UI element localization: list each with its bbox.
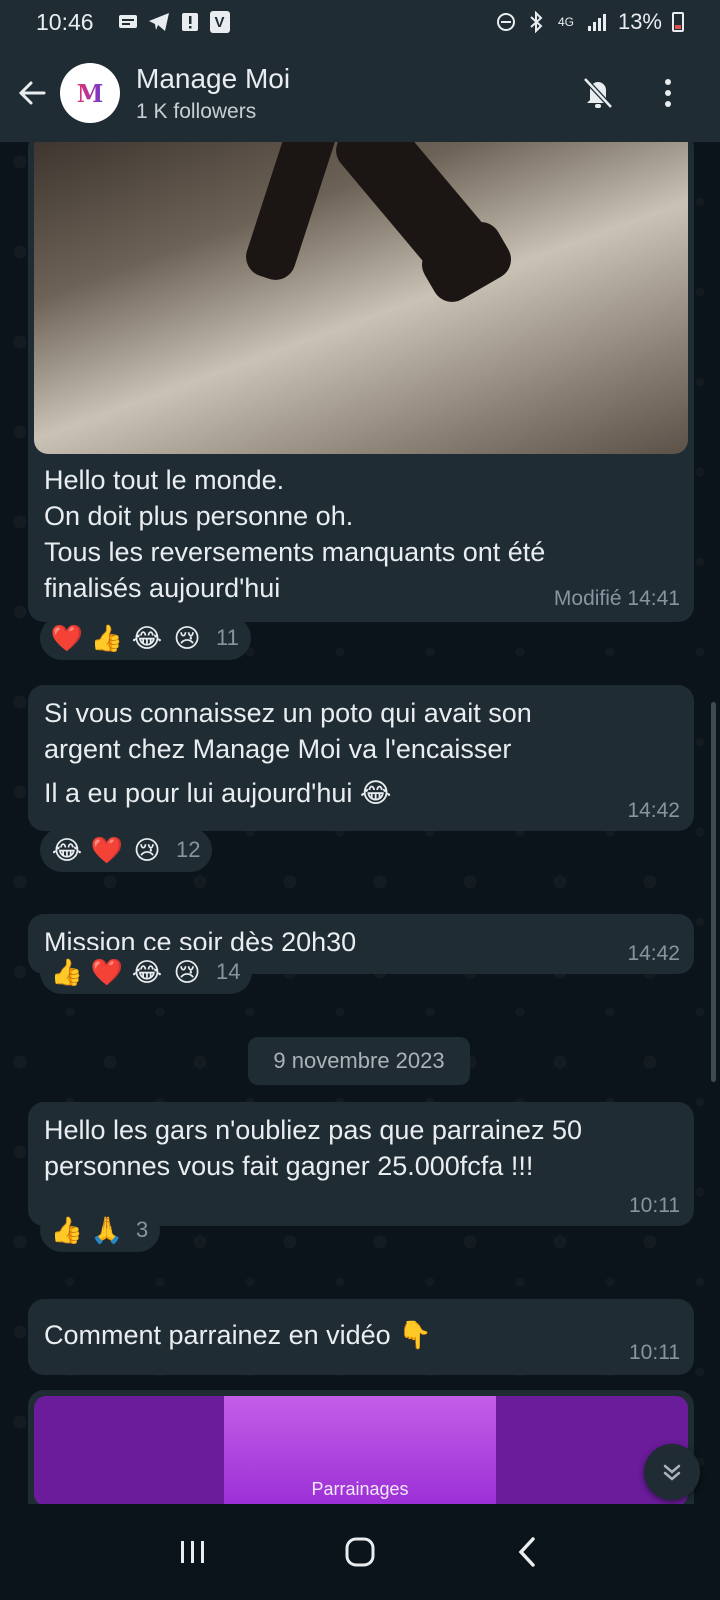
message-time: 14:42 bbox=[627, 942, 680, 965]
message-line: Si vous connaissez un poto qui avait son bbox=[44, 698, 532, 728]
message-line: Il a eu pour lui aujourd'hui 😂 bbox=[44, 778, 392, 808]
battery-percent: 13% bbox=[617, 9, 662, 34]
message-text: Hello tout le monde. On doit plus person… bbox=[28, 462, 561, 606]
message-line: Hello les gars n'oubliez pas que parrain… bbox=[44, 1115, 582, 1145]
reaction-emoji[interactable]: 😂 bbox=[130, 957, 164, 987]
scroll-down-icon[interactable] bbox=[644, 1444, 700, 1500]
network-type-icon: 4G bbox=[557, 15, 574, 29]
video-caption: Parrainages bbox=[311, 1479, 409, 1499]
back-nav-icon[interactable] bbox=[497, 1522, 557, 1582]
message-time: 10:11 bbox=[629, 1194, 680, 1217]
chat-area[interactable]: Hello tout le monde. On doit plus person… bbox=[0, 142, 720, 1504]
status-time: 10:46 bbox=[36, 8, 94, 35]
reaction-emoji[interactable]: 😂 bbox=[50, 835, 84, 865]
message-line: finalisés aujourd'hui bbox=[44, 573, 281, 603]
message-bubble[interactable]: Hello tout le monde. On doit plus person… bbox=[28, 142, 694, 622]
back-arrow-icon[interactable] bbox=[14, 75, 50, 111]
reactions[interactable]: 👍 🙏 3 bbox=[40, 1208, 161, 1252]
message-text: Si vous connaissez un poto qui avait son… bbox=[28, 695, 548, 811]
more-vert-icon[interactable] bbox=[648, 73, 688, 113]
title-block[interactable]: Manage Moi 1 K followers bbox=[136, 62, 290, 124]
message-bubble[interactable]: Si vous connaissez un poto qui avait son… bbox=[28, 685, 694, 831]
reaction-emoji[interactable]: 👍 bbox=[90, 623, 124, 653]
reaction-emoji[interactable]: ❤️ bbox=[90, 835, 124, 865]
reaction-emoji[interactable]: 👍 bbox=[50, 1215, 84, 1245]
reaction-emoji[interactable]: ❤️ bbox=[50, 623, 84, 653]
reactions[interactable]: ❤️ 👍 😂 😢 11 bbox=[40, 616, 251, 660]
system-nav-bar bbox=[0, 1504, 720, 1600]
message-line: Hello tout le monde. bbox=[44, 465, 285, 495]
reaction-emoji[interactable]: 😂 bbox=[130, 623, 164, 653]
chat-header: M Manage Moi 1 K followers bbox=[0, 44, 720, 142]
avatar-letter: M bbox=[76, 78, 104, 108]
message-line: On doit plus personne oh. bbox=[44, 501, 354, 531]
signal-icon bbox=[586, 11, 608, 33]
reaction-count: 14 bbox=[216, 959, 241, 984]
message-time: 14:42 bbox=[627, 799, 680, 822]
video-thumbnail[interactable]: Parrainages bbox=[34, 1396, 688, 1504]
reaction-emoji[interactable]: 🙏 bbox=[90, 1215, 124, 1245]
reaction-emoji[interactable]: 😢 bbox=[170, 623, 204, 653]
avatar[interactable]: M bbox=[60, 63, 120, 123]
message-text: Comment parrainez en vidéo 👇 bbox=[28, 1317, 448, 1353]
message-time: 10:11 bbox=[629, 1341, 680, 1364]
message-line: Comment parrainez en vidéo 👇 bbox=[44, 1320, 432, 1350]
channel-followers: 1 K followers bbox=[136, 100, 257, 123]
message-icon bbox=[118, 11, 138, 33]
reaction-emoji[interactable]: 😢 bbox=[170, 957, 204, 987]
message-line: Tous les reversements manquants ont été bbox=[44, 537, 546, 567]
reactions[interactable]: 😂 ❤️ 😢 12 bbox=[40, 828, 213, 872]
message-line: argent chez Manage Moi va l'encaisser bbox=[44, 734, 512, 764]
reaction-count: 3 bbox=[136, 1217, 149, 1242]
reaction-emoji[interactable]: ❤️ bbox=[90, 957, 124, 987]
reaction-emoji[interactable]: 😢 bbox=[130, 835, 164, 865]
message-bubble[interactable]: Comment parrainez en vidéo 👇 10:11 bbox=[28, 1299, 694, 1375]
message-text: Hello les gars n'oubliez pas que parrain… bbox=[28, 1112, 598, 1184]
status-bar: 10:46 V 4G 13% bbox=[0, 0, 720, 44]
date-separator: 9 novembre 2023 bbox=[248, 1037, 470, 1085]
bluetooth-icon bbox=[526, 11, 546, 33]
reactions[interactable]: 👍 ❤️ 😂 😢 14 bbox=[40, 950, 253, 994]
message-time: Modifié 14:41 bbox=[553, 587, 680, 610]
scrollbar[interactable] bbox=[711, 702, 716, 1082]
video-message-bubble[interactable]: Parrainages bbox=[28, 1390, 694, 1504]
media-image[interactable] bbox=[34, 142, 688, 454]
video-frame: Parrainages bbox=[224, 1396, 496, 1504]
reaction-count: 12 bbox=[176, 837, 201, 862]
home-icon[interactable] bbox=[330, 1522, 390, 1582]
alert-icon bbox=[180, 11, 200, 33]
reaction-count: 11 bbox=[216, 625, 239, 650]
channel-title: Manage Moi bbox=[136, 63, 291, 94]
media-shape bbox=[240, 142, 348, 286]
mute-bell-icon[interactable] bbox=[578, 73, 618, 113]
recent-apps-icon[interactable] bbox=[163, 1522, 223, 1582]
app-v-icon: V bbox=[209, 11, 230, 33]
message-line: personnes vous fait gagner 25.000fcfa !!… bbox=[44, 1151, 534, 1181]
telegram-icon bbox=[148, 11, 170, 33]
dnd-icon bbox=[496, 11, 516, 33]
reaction-emoji[interactable]: 👍 bbox=[50, 957, 84, 987]
battery-icon bbox=[672, 12, 684, 32]
